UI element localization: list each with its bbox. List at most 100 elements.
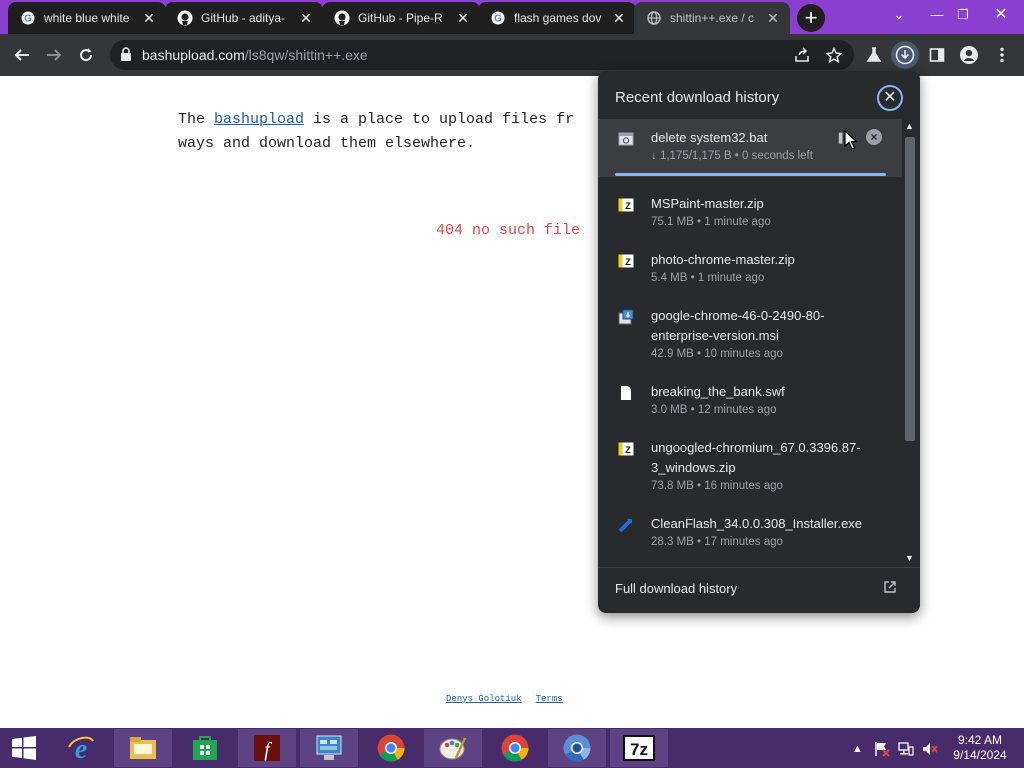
close-tab-icon[interactable]: ✕ bbox=[140, 9, 158, 27]
download-meta: 3.0 MB • 12 minutes ago bbox=[651, 404, 777, 416]
close-tab-icon[interactable]: ✕ bbox=[764, 9, 782, 27]
close-window-button[interactable]: ✕ bbox=[986, 2, 1016, 28]
download-meta: 5.4 MB • 1 minute ago bbox=[651, 272, 765, 284]
panel-title: Recent download history bbox=[615, 89, 780, 106]
batch-file-icon bbox=[618, 131, 634, 147]
close-tab-icon[interactable]: ✕ bbox=[454, 9, 472, 27]
open-external-icon[interactable] bbox=[884, 580, 898, 594]
restore-button[interactable]: ❐ bbox=[948, 2, 978, 28]
scroll-up-icon[interactable]: ▲ bbox=[905, 121, 914, 131]
intro-text-end: is a place to upload files fr bbox=[304, 111, 575, 128]
tab-flash-games[interactable]: G flash games dov ✕ bbox=[478, 2, 636, 34]
svg-text:Z: Z bbox=[625, 201, 631, 211]
author-link[interactable]: Denys Golotiuk bbox=[446, 694, 522, 704]
file-explorer-icon[interactable] bbox=[114, 729, 172, 767]
extension-flask-icon[interactable] bbox=[860, 41, 888, 69]
download-item[interactable]: CleanFlash_34.0.0.308_Installer.exe 28.3… bbox=[598, 505, 902, 561]
download-filename: MSPaint-master.zip bbox=[651, 196, 764, 211]
download-filename: breaking_the_bank.swf bbox=[651, 384, 785, 399]
tab-github-aditya[interactable]: GitHub - aditya- ✕ bbox=[165, 2, 323, 34]
show-hidden-icons-icon[interactable]: ▲ bbox=[852, 743, 868, 759]
google-icon: G bbox=[490, 10, 506, 26]
close-panel-button[interactable]: ✕ bbox=[877, 85, 903, 111]
paint-icon[interactable] bbox=[424, 729, 482, 767]
download-history-panel: Recent download history ✕ delete system3… bbox=[598, 71, 920, 613]
file-icon bbox=[618, 385, 634, 401]
tab-title: GitHub - Pipe-R bbox=[358, 11, 443, 25]
terms-link[interactable]: Terms bbox=[536, 694, 563, 704]
bookmark-star-icon[interactable] bbox=[825, 46, 843, 64]
tab-github-pipe[interactable]: GitHub - Pipe-R ✕ bbox=[322, 2, 480, 34]
chromium-icon[interactable] bbox=[548, 729, 606, 767]
scroll-down-icon[interactable]: ▼ bbox=[905, 553, 914, 563]
flash-installer-icon bbox=[618, 517, 634, 533]
globe-icon bbox=[646, 10, 662, 26]
kebab-menu-icon[interactable] bbox=[988, 41, 1016, 69]
scrollbar-thumb[interactable] bbox=[905, 137, 915, 441]
svg-text:Z: Z bbox=[625, 257, 631, 267]
lock-icon[interactable] bbox=[120, 47, 132, 64]
taskbar-clock[interactable]: 9:42 AM 9/14/2024 bbox=[948, 733, 1012, 763]
tab-white-blue-white[interactable]: G white blue white ✕ bbox=[8, 2, 166, 34]
download-item[interactable]: Z MSPaint-master.zip 75.1 MB • 1 minute … bbox=[598, 185, 902, 241]
download-filename: CleanFlash_34.0.0.308_Installer.exe bbox=[651, 516, 863, 531]
forward-button[interactable] bbox=[40, 41, 68, 69]
svg-text:G: G bbox=[494, 14, 502, 25]
svg-text:Z: Z bbox=[625, 445, 631, 455]
download-item[interactable]: breaking_the_bank.swf 3.0 MB • 12 minute… bbox=[598, 373, 902, 429]
flash-player-icon[interactable]: f bbox=[238, 729, 296, 767]
cancel-download-icon[interactable]: × bbox=[866, 129, 882, 145]
tab-title: GitHub - aditya- bbox=[201, 11, 286, 25]
action-center-flag-icon[interactable] bbox=[874, 741, 890, 757]
download-item[interactable]: Z ungoogled-chromium_67.0.3396.87-3_wind… bbox=[598, 429, 902, 505]
7zip-icon[interactable]: 7z bbox=[610, 729, 668, 767]
store-icon[interactable] bbox=[176, 729, 234, 767]
internet-explorer-icon[interactable]: e bbox=[52, 729, 110, 767]
svg-text:G: G bbox=[24, 14, 32, 25]
start-button[interactable] bbox=[0, 729, 48, 767]
new-tab-button[interactable]: + bbox=[797, 4, 825, 32]
close-tab-icon[interactable]: ✕ bbox=[297, 9, 315, 27]
address-bar[interactable]: bashupload.com/ls8qw/shittin++.exe bbox=[110, 40, 854, 70]
google-icon: G bbox=[20, 10, 36, 26]
full-download-history-link[interactable]: Full download history bbox=[615, 581, 737, 597]
back-button[interactable] bbox=[8, 41, 36, 69]
tab-title: white blue white bbox=[44, 11, 130, 25]
intro-text-start: The bbox=[178, 111, 215, 128]
github-icon bbox=[334, 10, 350, 26]
network-icon[interactable] bbox=[898, 741, 914, 757]
chrome-icon[interactable] bbox=[362, 729, 420, 767]
volume-muted-icon[interactable] bbox=[922, 741, 938, 757]
windows-taskbar: e f 7z ▲ 9:42 AM 9/14/2024 bbox=[0, 728, 1024, 768]
panel-footer: Full download history bbox=[598, 567, 920, 613]
close-tab-icon[interactable]: ✕ bbox=[610, 9, 628, 27]
tab-search-icon[interactable]: ⌄ bbox=[884, 2, 914, 28]
reload-button[interactable] bbox=[72, 41, 100, 69]
page-footer: Denys Golotiuk Terms bbox=[446, 694, 577, 704]
download-item[interactable]: google-chrome-46-0-2490-80-enterprise-ve… bbox=[598, 297, 902, 373]
7zip-archive-icon: Z bbox=[618, 253, 634, 269]
control-panel-icon[interactable] bbox=[300, 729, 358, 767]
profile-avatar-icon[interactable] bbox=[955, 41, 983, 69]
download-meta: 42.9 MB • 10 minutes ago bbox=[651, 348, 783, 360]
panel-scrollbar[interactable]: ▲ ▼ bbox=[902, 119, 918, 567]
download-meta: 73.8 MB • 16 minutes ago bbox=[651, 480, 783, 492]
error-message: 404 no such file bbox=[436, 222, 581, 239]
chrome-canary-icon[interactable] bbox=[486, 729, 544, 767]
side-panel-icon[interactable] bbox=[923, 41, 951, 69]
download-filename: ungoogled-chromium_67.0.3396.87-3_window… bbox=[651, 440, 861, 475]
download-progress-bar bbox=[615, 173, 886, 176]
mouse-cursor-icon bbox=[844, 130, 858, 150]
installer-icon bbox=[618, 309, 634, 325]
download-filename: photo-chrome-master.zip bbox=[651, 252, 795, 267]
svg-text:7z: 7z bbox=[630, 740, 648, 759]
downloads-button[interactable] bbox=[891, 41, 919, 69]
download-item[interactable]: Z photo-chrome-master.zip 5.4 MB • 1 min… bbox=[598, 241, 902, 297]
tab-strip: G white blue white ✕ GitHub - aditya- ✕ … bbox=[0, 0, 1024, 34]
tab-shittin-exe[interactable]: shittin++.exe / c ✕ bbox=[634, 2, 790, 34]
download-meta: 28.3 MB • 17 minutes ago bbox=[651, 536, 783, 548]
url-text: bashupload.com/ls8qw/shittin++.exe bbox=[142, 47, 368, 63]
7zip-archive-icon: Z bbox=[618, 441, 634, 457]
bashupload-link[interactable]: bashupload bbox=[214, 111, 304, 128]
share-icon[interactable] bbox=[793, 46, 811, 64]
